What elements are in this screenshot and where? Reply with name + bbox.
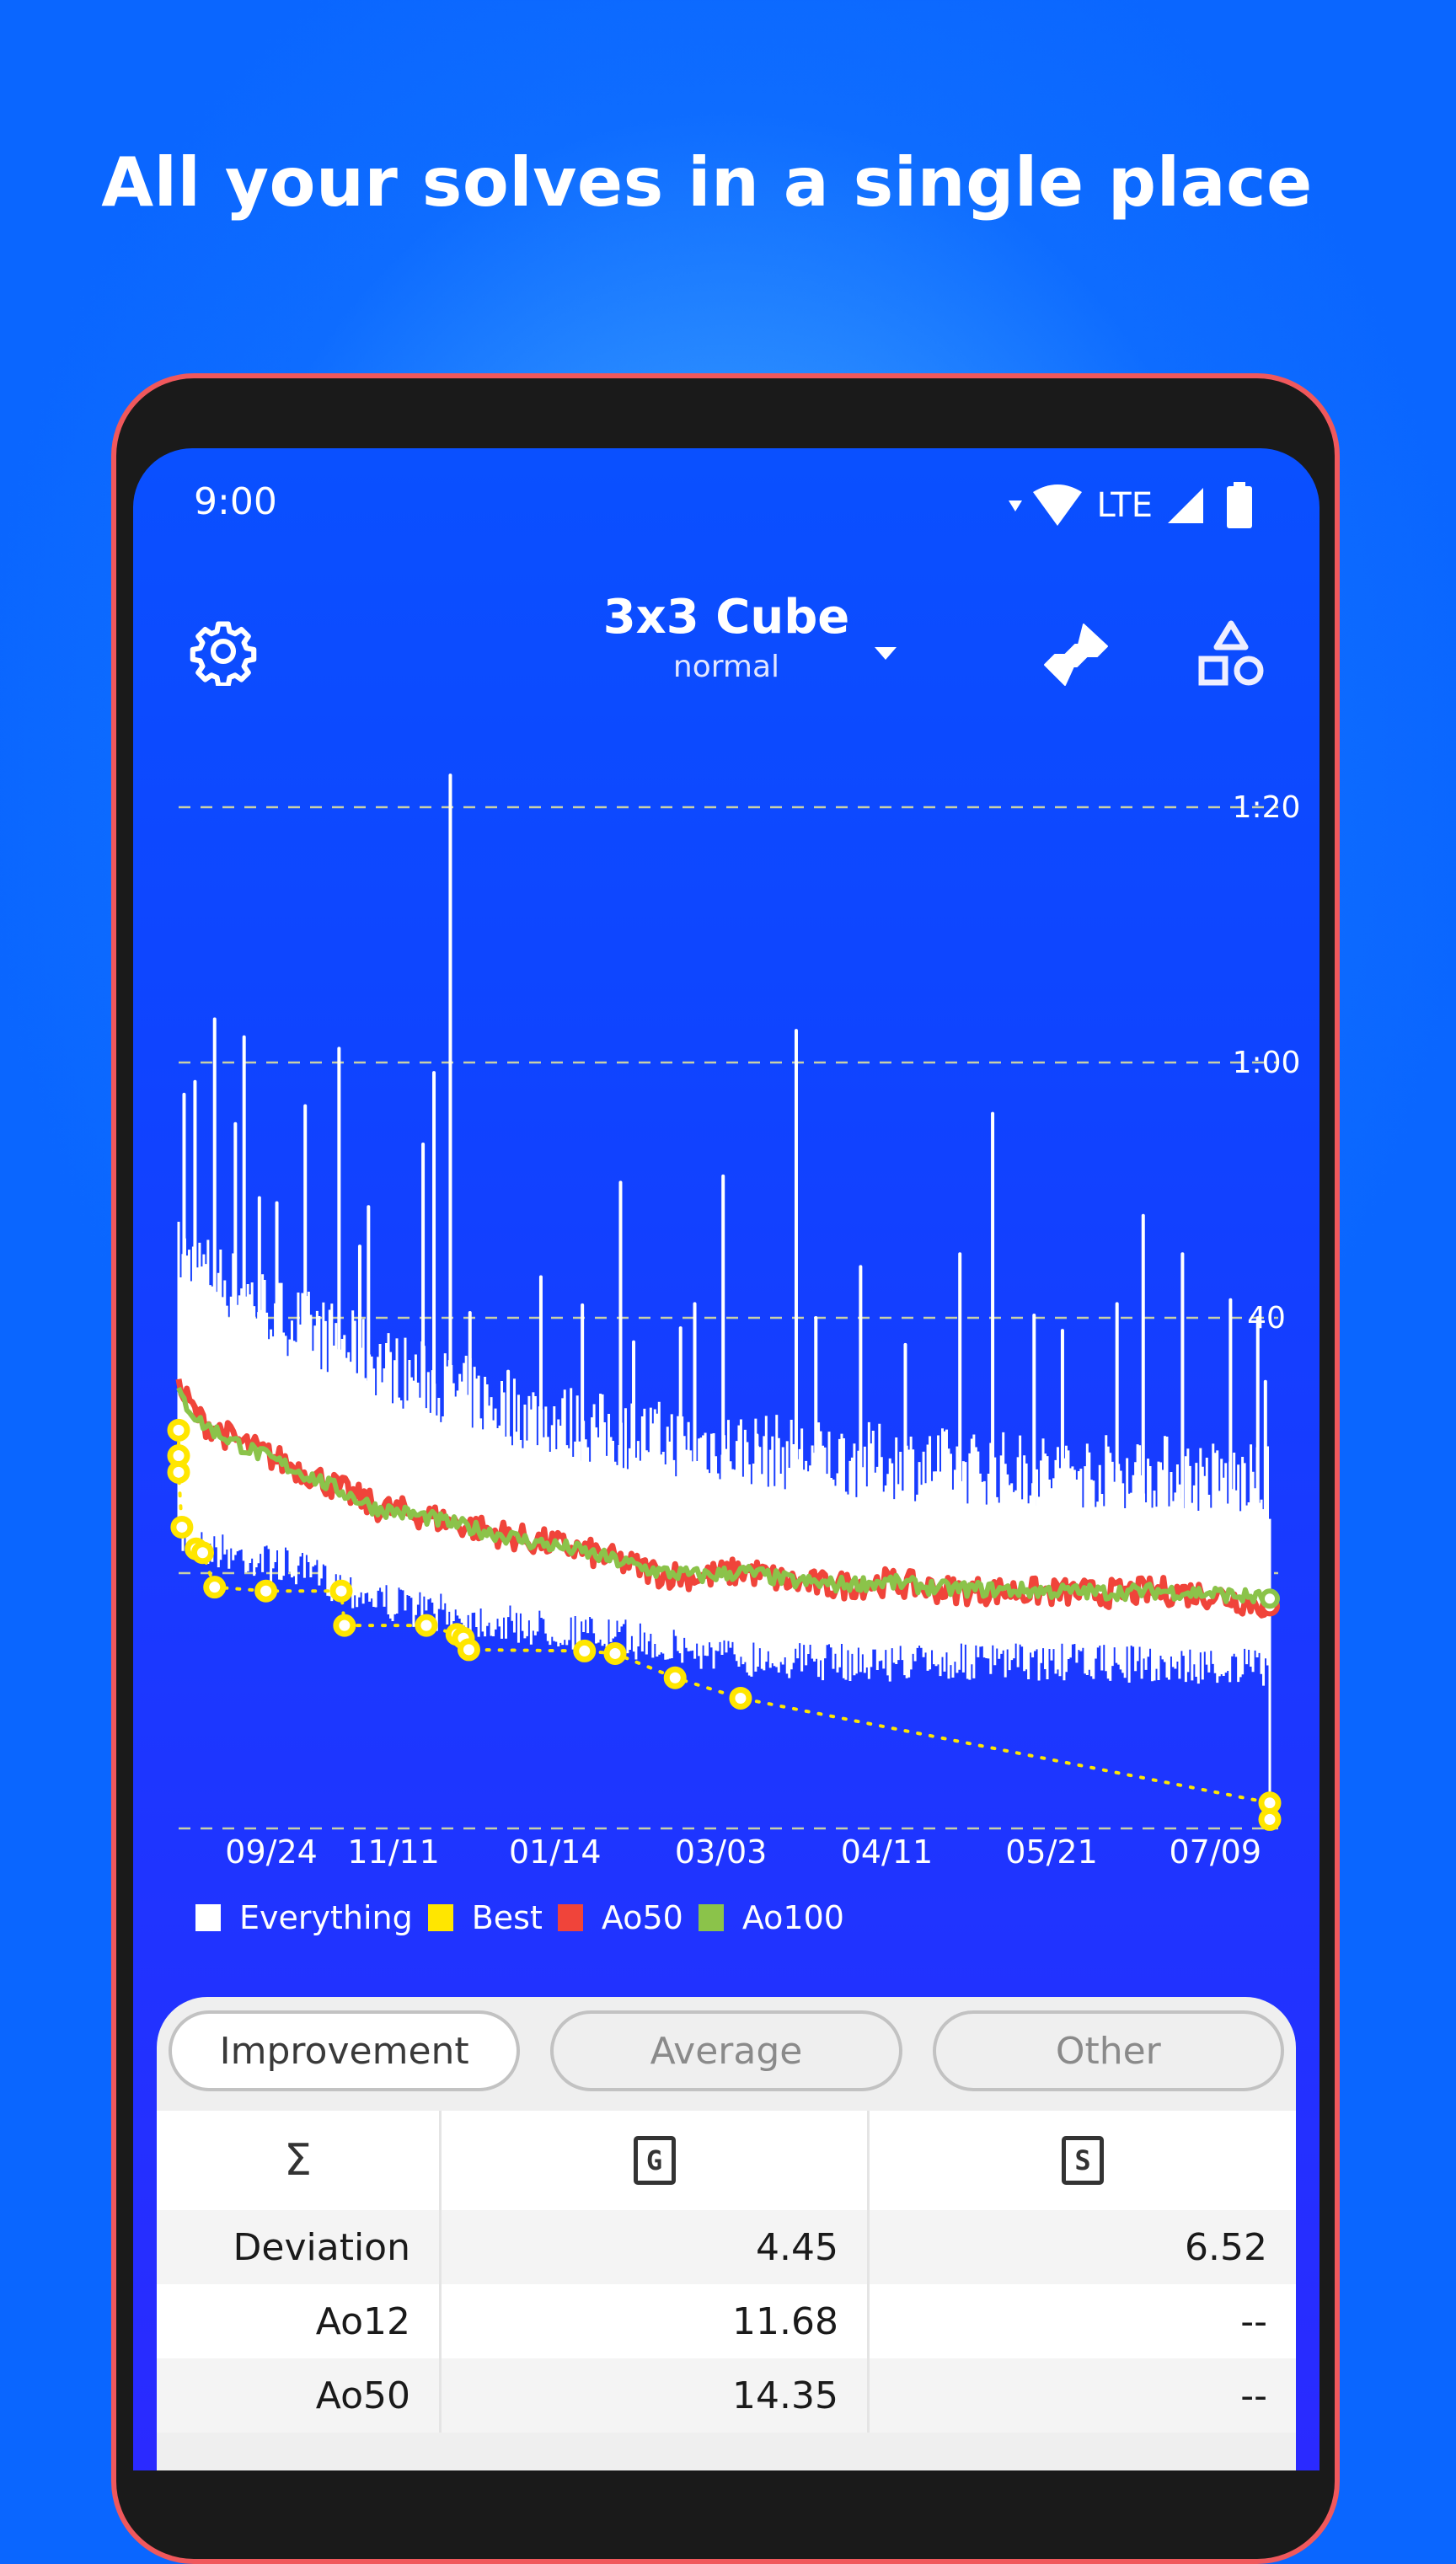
tab-improvement[interactable]: Improvement [169,2010,521,2091]
header-global-cell: G [442,2111,870,2210]
best-point [1258,1807,1282,1831]
x-tick-label: 09/24 [225,1833,318,1871]
best-point [329,1579,353,1603]
session-s-icon: S [1062,2136,1104,2185]
legend-label: Everything [239,1899,413,1936]
x-tick-label: 03/03 [674,1833,768,1871]
best-point [333,1614,356,1637]
ao100-line-endpoint [1260,1588,1280,1609]
x-tick-label: 11/11 [347,1833,440,1871]
best-point [170,1515,194,1539]
phone-screen: 9:00 LTE 3x3 Cube normal 40 1:00 1:20 09/2… [133,448,1320,2470]
best-point [167,1418,190,1442]
solve-history-chart[interactable]: 40 1:00 1:20 09/24 11/11 01/14 03/03 04/11 05/2… [133,448,1320,1965]
best-point [729,1686,752,1710]
legend-swatch-best [427,1904,453,1931]
best-point [254,1579,278,1603]
tab-other[interactable]: Other [932,2010,1284,2091]
table-header-row: Σ G S [157,2111,1296,2210]
legend-item-everything[interactable]: Everything [195,1899,413,1936]
chart-legend: Everything Best Ao50 Ao100 [195,1899,859,1936]
x-tick-label: 07/09 [1169,1833,1262,1871]
stats-tabs: Improvement Average Other [169,2010,1284,2091]
row-label: Deviation [157,2210,442,2284]
stats-table: Σ G S Deviation 4.45 6.52 Ao12 11.68 -- [157,2111,1296,2433]
row-label: Ao50 [157,2358,442,2433]
y-tick-label: 1:00 [1233,1046,1301,1080]
legend-label: Best [471,1899,543,1936]
legend-label: Ao100 [741,1899,844,1936]
table-row: Deviation 4.45 6.52 [157,2210,1296,2284]
y-tick-label: 40 [1247,1301,1286,1336]
table-row: Ao50 14.35 -- [157,2358,1296,2433]
stats-panel: Improvement Average Other Σ G S Deviatio… [157,1997,1296,2470]
row-global-value: 4.45 [442,2210,870,2284]
legend-swatch-ao50 [557,1904,583,1931]
sigma-icon: Σ [284,2135,312,2186]
legend-swatch-everything [195,1904,221,1931]
best-point [457,1638,480,1662]
tab-average[interactable]: Average [550,2010,902,2091]
row-session-value: -- [1240,2299,1267,2343]
header-sigma-cell: Σ [157,2111,442,2210]
row-label: Ao12 [157,2284,442,2358]
x-tick-label: 04/11 [840,1833,934,1871]
x-tick-label: 05/21 [1005,1833,1098,1871]
x-tick-label: 01/14 [509,1833,602,1871]
chart-canvas[interactable]: 40 1:00 1:20 [133,448,1320,1881]
best-point [573,1639,597,1662]
legend-swatch-ao100 [698,1904,724,1931]
global-g-icon: G [633,2136,676,2185]
table-row: Ao12 11.68 -- [157,2284,1296,2358]
best-point [167,1460,190,1484]
legend-item-ao50[interactable]: Ao50 [557,1899,683,1936]
row-global-value: 14.35 [442,2358,870,2433]
promo-headline: All your solves in a single place [101,143,1313,222]
best-point [603,1641,627,1665]
header-session-cell: S [870,2111,1296,2210]
best-point [415,1614,438,1637]
row-session-value: 6.52 [1185,2225,1267,2269]
y-tick-label: 1:20 [1233,790,1301,825]
legend-label: Ao50 [601,1899,683,1936]
legend-item-best[interactable]: Best [427,1899,543,1936]
row-session-value: -- [1240,2374,1267,2417]
legend-item-ao100[interactable]: Ao100 [698,1899,844,1936]
best-point [663,1666,687,1689]
best-point [203,1576,227,1599]
row-global-value: 11.68 [442,2284,870,2358]
best-point [190,1541,214,1565]
